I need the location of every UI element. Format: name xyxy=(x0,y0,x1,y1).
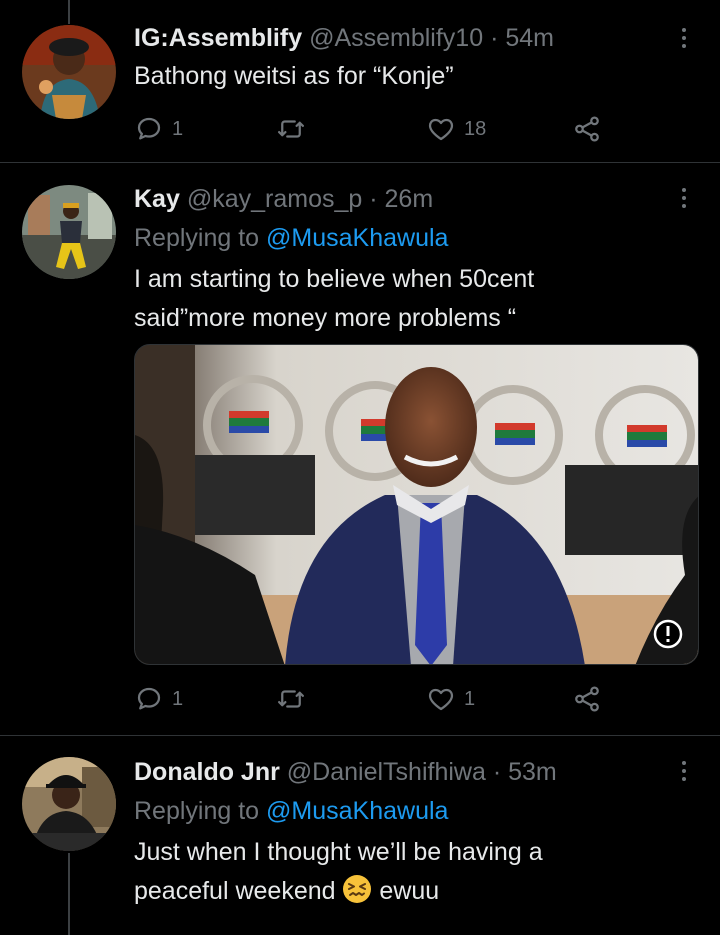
retweet-button[interactable] xyxy=(276,113,306,145)
timestamp[interactable]: 26m xyxy=(385,185,434,213)
separator: · xyxy=(490,24,499,52)
share-button[interactable] xyxy=(572,113,602,145)
separator: · xyxy=(369,185,378,213)
replying-to: Replying to @MusaKhawula xyxy=(134,797,448,826)
tweet[interactable]: Kay @kay_ramos_p · 26m Replying to @Musa… xyxy=(0,163,720,735)
reply-count: 1 xyxy=(172,687,184,710)
tweet-text-line: said”more money more problems “ xyxy=(134,304,517,332)
like-button[interactable]: 18 xyxy=(426,113,486,145)
share-button[interactable] xyxy=(572,683,602,715)
retweet-icon xyxy=(278,120,304,138)
more-options-icon[interactable] xyxy=(676,756,692,786)
tweet[interactable]: IG:Assemblify @Assemblify10 · 54m Bathon… xyxy=(0,0,720,162)
more-options-icon[interactable] xyxy=(676,23,692,53)
more-options-icon[interactable] xyxy=(676,183,692,213)
tweet-media-image[interactable] xyxy=(134,344,699,665)
tweet-text-line: Just when I thought we’ll be having a xyxy=(134,838,543,866)
replying-label: Replying to xyxy=(134,797,267,825)
replying-label: Replying to xyxy=(134,224,267,252)
avatar-image xyxy=(22,757,116,851)
reply-icon xyxy=(137,117,161,140)
avatar[interactable] xyxy=(22,25,116,119)
retweet-button[interactable] xyxy=(276,683,306,715)
heart-icon xyxy=(428,688,454,711)
share-icon xyxy=(575,116,599,142)
avatar[interactable] xyxy=(22,185,116,279)
timestamp[interactable]: 54m xyxy=(505,24,554,52)
tweet-actions: 1 1 xyxy=(134,683,604,715)
tweet-text: Bathong weitsi as for “Konje” xyxy=(134,57,454,96)
heart-icon xyxy=(428,118,454,141)
tweet-header: Donaldo Jnr @DanielTshifhiwa · 53m xyxy=(134,758,557,787)
confounded-face-emoji xyxy=(343,875,372,903)
avatar-image xyxy=(22,185,116,279)
handle[interactable]: @DanielTshifhiwa xyxy=(287,758,486,786)
mention-link[interactable]: @MusaKhawula xyxy=(266,224,448,252)
timestamp[interactable]: 53m xyxy=(508,758,557,786)
tweet[interactable]: Donaldo Jnr @DanielTshifhiwa · 53m Reply… xyxy=(0,736,720,935)
replying-to: Replying to @MusaKhawula xyxy=(134,224,448,253)
tweet-actions: 1 18 xyxy=(134,113,604,145)
reply-button[interactable]: 1 xyxy=(134,113,183,145)
reply-count: 1 xyxy=(172,117,184,140)
like-count: 1 xyxy=(464,687,476,710)
tweet-text-fragment: ewuu xyxy=(372,877,440,905)
display-name[interactable]: Kay xyxy=(134,185,180,213)
photo-man-in-blue-suit xyxy=(135,345,698,664)
reply-button[interactable]: 1 xyxy=(134,683,183,715)
avatar[interactable] xyxy=(22,757,116,851)
tweet-text-line: Bathong weitsi as for “Konje” xyxy=(134,62,454,90)
like-count: 18 xyxy=(464,117,487,140)
handle[interactable]: @Assemblify10 xyxy=(309,24,483,52)
separator: · xyxy=(492,758,502,786)
avatar-image xyxy=(22,25,116,119)
reply-icon xyxy=(137,687,161,710)
tweet-header: IG:Assemblify @Assemblify10 · 54m xyxy=(134,24,554,53)
tweet-text: Just when I thought we’ll be having a pe… xyxy=(134,833,543,911)
retweet-icon xyxy=(278,690,304,708)
display-name[interactable]: Donaldo Jnr xyxy=(134,758,280,786)
tweet-text-fragment: peaceful weekend xyxy=(134,877,343,905)
mention-link[interactable]: @MusaKhawula xyxy=(266,797,448,825)
share-icon xyxy=(575,686,599,712)
like-button[interactable]: 1 xyxy=(426,683,475,715)
tweet-text: I am starting to believe when 50cent sai… xyxy=(134,260,534,338)
tweet-text-line: I am starting to believe when 50cent xyxy=(134,265,535,293)
display-name[interactable]: IG:Assemblify xyxy=(134,24,302,52)
handle[interactable]: @kay_ramos_p xyxy=(187,185,362,213)
tweet-header: Kay @kay_ramos_p · 26m xyxy=(134,185,433,214)
tweet-text-line: peaceful weekend ewuu xyxy=(134,872,543,911)
